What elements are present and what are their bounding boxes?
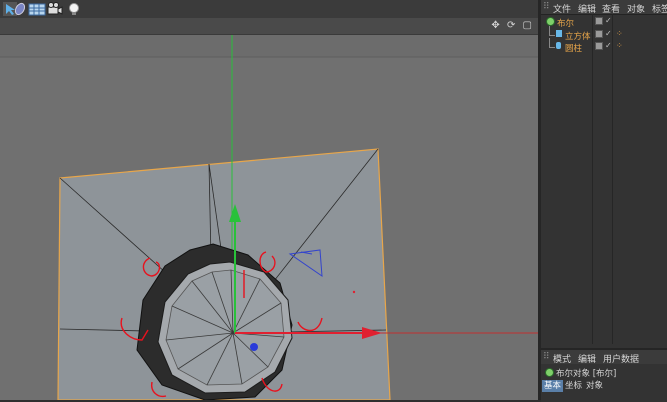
tab-coordinates[interactable]: 坐标 bbox=[563, 380, 584, 392]
tag-icon[interactable]: ⁘ bbox=[616, 29, 623, 38]
object-row-boole[interactable]: 布尔 ✓ bbox=[541, 16, 667, 29]
tree-line bbox=[549, 38, 555, 48]
attributes-title: 布尔对象 [布尔] bbox=[556, 369, 617, 379]
menu-object[interactable]: 对象 bbox=[627, 2, 645, 15]
object-name: 圆柱 bbox=[565, 44, 583, 54]
viewport-nav-icons[interactable]: ✥ ⟳ ▢ bbox=[491, 20, 534, 31]
object-row-cylinder[interactable]: 圆柱 ✓ ⁘ bbox=[541, 38, 667, 54]
visibility-dots[interactable] bbox=[595, 42, 603, 50]
menu-view[interactable]: 查看 bbox=[602, 2, 620, 15]
main-toolbar bbox=[0, 0, 540, 19]
attributes-panel: ⠿ 模式 编辑 用户数据 布尔对象 [布尔] 基本 坐标 对象 bbox=[541, 348, 667, 402]
attributes-menubar: ⠿ 模式 编辑 用户数据 bbox=[541, 350, 667, 365]
menu-edit[interactable]: 编辑 bbox=[578, 2, 596, 15]
menu-mode[interactable]: 模式 bbox=[553, 352, 571, 365]
camera-icon[interactable] bbox=[46, 1, 64, 17]
menu-file[interactable]: 文件 bbox=[553, 2, 571, 15]
enabled-check-icon[interactable]: ✓ bbox=[605, 41, 612, 50]
tag-icon[interactable]: ⁘ bbox=[616, 41, 623, 50]
objects-menu-grip-icon: ⠿ bbox=[543, 2, 550, 12]
viewport-scene bbox=[0, 35, 540, 400]
3d-viewport[interactable] bbox=[0, 35, 540, 400]
attr-menu-grip-icon: ⠿ bbox=[543, 352, 550, 362]
object-name: 布尔 bbox=[557, 19, 575, 29]
enabled-check-icon[interactable]: ✓ bbox=[605, 29, 612, 38]
light-icon[interactable] bbox=[66, 1, 82, 17]
boole-icon bbox=[546, 17, 555, 26]
menu-user-data[interactable]: 用户数据 bbox=[603, 352, 639, 365]
viewport-header: ✥ ⟳ ▢ bbox=[0, 18, 540, 35]
z-axis-handle[interactable] bbox=[250, 343, 258, 351]
column-separator bbox=[612, 14, 613, 344]
enabled-check-icon[interactable]: ✓ bbox=[605, 16, 612, 25]
visibility-dots[interactable] bbox=[595, 30, 603, 38]
grid-icon[interactable] bbox=[28, 1, 46, 17]
objects-menubar: ⠿ 文件 编辑 查看 对象 标签 bbox=[541, 0, 667, 15]
tab-basic[interactable]: 基本 bbox=[542, 380, 564, 392]
far-plane bbox=[0, 35, 540, 57]
menu-tag[interactable]: 标签 bbox=[652, 2, 667, 15]
menu-attr-edit[interactable]: 编辑 bbox=[578, 352, 596, 365]
right-panel: ⠿ 文件 编辑 查看 对象 标签 布尔 ✓ 立方体 ✓ ⁘ 圆柱 ✓ ⁘ ⠿ 模… bbox=[541, 0, 667, 402]
cylinder-icon bbox=[556, 42, 561, 49]
tab-object[interactable]: 对象 bbox=[584, 380, 605, 392]
cube-icon bbox=[556, 30, 562, 37]
object-row-cube[interactable]: 立方体 ✓ ⁘ bbox=[541, 26, 667, 42]
visibility-dots[interactable] bbox=[595, 17, 603, 25]
tree-line bbox=[549, 26, 555, 36]
deformer-icon[interactable] bbox=[12, 1, 28, 17]
boole-object-icon bbox=[545, 368, 554, 377]
column-separator bbox=[592, 14, 593, 344]
